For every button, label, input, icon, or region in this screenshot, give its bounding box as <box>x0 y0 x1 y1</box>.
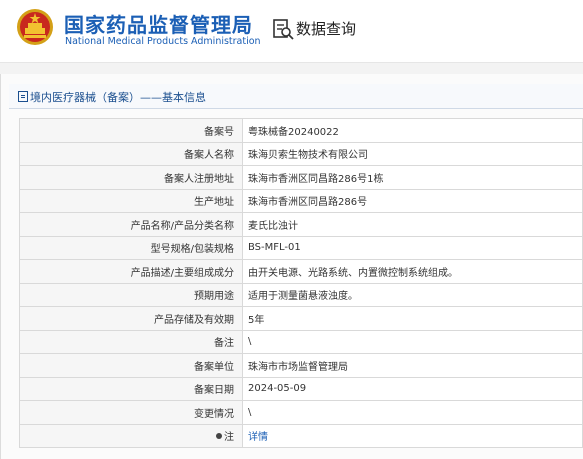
field-label-text: 备注 <box>214 338 234 350</box>
field-label: 产品描述/主要组成成分 <box>19 259 243 284</box>
field-label: 预期用途 <box>19 282 243 307</box>
panel-title: 境内医疗器械（备案）——基本信息 <box>18 89 206 105</box>
org-name-cn: 国家药品监督管理局 <box>64 13 253 37</box>
field-value: 5年 <box>242 306 583 331</box>
details-link[interactable]: 详情 <box>248 432 268 443</box>
field-label: 产品名称/产品分类名称 <box>19 212 243 237</box>
table-row: 备案人名称 珠海贝索生物技术有限公司 <box>19 141 583 166</box>
field-label: 产品存储及有效期 <box>19 306 243 331</box>
field-value-text: BS-MFL-01 <box>248 242 301 254</box>
field-value: \ <box>242 329 583 354</box>
field-label: 注 <box>19 423 243 448</box>
field-value-text: 珠海市香洲区同昌路286号 <box>248 197 368 209</box>
field-value: 麦氏比浊计 <box>242 212 583 237</box>
field-label: 变更情况 <box>19 400 243 425</box>
table-row: 备案人注册地址 珠海市香洲区同昌路286号1栋 <box>19 165 583 190</box>
field-label: 备案号 <box>19 118 243 143</box>
field-value: 珠海市香洲区同昌路286号1栋 <box>242 165 583 190</box>
field-label-text: 产品名称/产品分类名称 <box>130 220 234 232</box>
field-value-text: 5年 <box>248 314 265 326</box>
field-label-text: 产品描述/主要组成成分 <box>130 267 234 279</box>
field-value-text: 珠海贝索生物技术有限公司 <box>248 150 368 162</box>
field-value-text: 珠海市香洲区同昌路286号1栋 <box>248 173 384 185</box>
header-divider <box>0 62 583 74</box>
table-row: 生产地址 珠海市香洲区同昌路286号 <box>19 188 583 213</box>
field-label: 备案单位 <box>19 353 243 378</box>
field-value: BS-MFL-01 <box>242 235 583 260</box>
field-label-text: 生产地址 <box>194 197 234 209</box>
field-value-text: \ <box>248 336 252 348</box>
table-row: 产品存储及有效期 5年 <box>19 306 583 331</box>
field-value-text: 2024-05-09 <box>248 383 307 395</box>
field-label-text: 注 <box>224 432 234 444</box>
table-row: 变更情况 \ <box>19 400 583 425</box>
field-label: 备案日期 <box>19 376 243 401</box>
field-value-text: \ <box>248 406 252 418</box>
field-value: 2024-05-09 <box>242 376 583 401</box>
field-label: 型号规格/包装规格 <box>19 235 243 260</box>
field-value: 适用于测量菌悬液浊度。 <box>242 282 583 307</box>
field-label-text: 备案单位 <box>194 361 234 373</box>
field-label-text: 备案人名称 <box>184 150 234 162</box>
table-row: 预期用途 适用于测量菌悬液浊度。 <box>19 282 583 307</box>
field-value-text: 由开关电源、光路系统、内置微控制系统组成。 <box>248 267 458 279</box>
field-label-text: 备案人注册地址 <box>164 173 234 185</box>
field-value-text: 适用于测量菌悬液浊度。 <box>248 291 358 303</box>
field-label-text: 变更情况 <box>194 408 234 420</box>
data-query-link[interactable]: 数据查询 <box>296 18 356 39</box>
site-header: 国家药品监督管理局 National Medical Products Admi… <box>0 0 583 62</box>
table-row: 备注 \ <box>19 329 583 354</box>
field-value-text: 珠海市市场监督管理局 <box>248 361 348 373</box>
field-value: 详情 <box>242 423 583 448</box>
document-icon <box>18 91 28 102</box>
field-label: 生产地址 <box>19 188 243 213</box>
field-label: 备案人注册地址 <box>19 165 243 190</box>
org-name-en: National Medical Products Administration <box>65 36 261 47</box>
field-label: 备注 <box>19 329 243 354</box>
field-value: 珠海市市场监督管理局 <box>242 353 583 378</box>
table-row: 产品描述/主要组成成分 由开关电源、光路系统、内置微控制系统组成。 <box>19 259 583 284</box>
field-value: \ <box>242 400 583 425</box>
field-label-text: 型号规格/包装规格 <box>150 244 234 256</box>
field-value: 粤珠械备20240022 <box>242 118 583 143</box>
table-row: 备案日期 2024-05-09 <box>19 376 583 401</box>
field-value: 珠海贝索生物技术有限公司 <box>242 141 583 166</box>
table-row: 型号规格/包装规格 BS-MFL-01 <box>19 235 583 260</box>
table-row: 产品名称/产品分类名称 麦氏比浊计 <box>19 212 583 237</box>
field-value: 珠海市香洲区同昌路286号 <box>242 188 583 213</box>
field-label-text: 预期用途 <box>194 291 234 303</box>
field-value-text: 麦氏比浊计 <box>248 220 298 232</box>
pin-icon <box>216 433 222 440</box>
table-row: 备案单位 珠海市市场监督管理局 <box>19 353 583 378</box>
field-label: 备案人名称 <box>19 141 243 166</box>
field-value-text: 粤珠械备20240022 <box>248 126 339 138</box>
record-table: 备案号 粤珠械备20240022 备案人名称 珠海贝索生物技术有限公司 备案人注册地址珠… <box>19 118 583 448</box>
table-row: 注 详情 <box>19 423 583 448</box>
field-label-text: 产品存储及有效期 <box>154 314 234 326</box>
table-row: 备案号 粤珠械备20240022 <box>19 118 583 143</box>
national-emblem-icon <box>17 9 53 45</box>
field-label-text: 备案号 <box>204 126 234 138</box>
document-search-icon[interactable] <box>272 18 294 40</box>
field-value: 由开关电源、光路系统、内置微控制系统组成。 <box>242 259 583 284</box>
panel-title-text: 境内医疗器械（备案）——基本信息 <box>30 91 206 104</box>
field-label-text: 备案日期 <box>194 385 234 397</box>
